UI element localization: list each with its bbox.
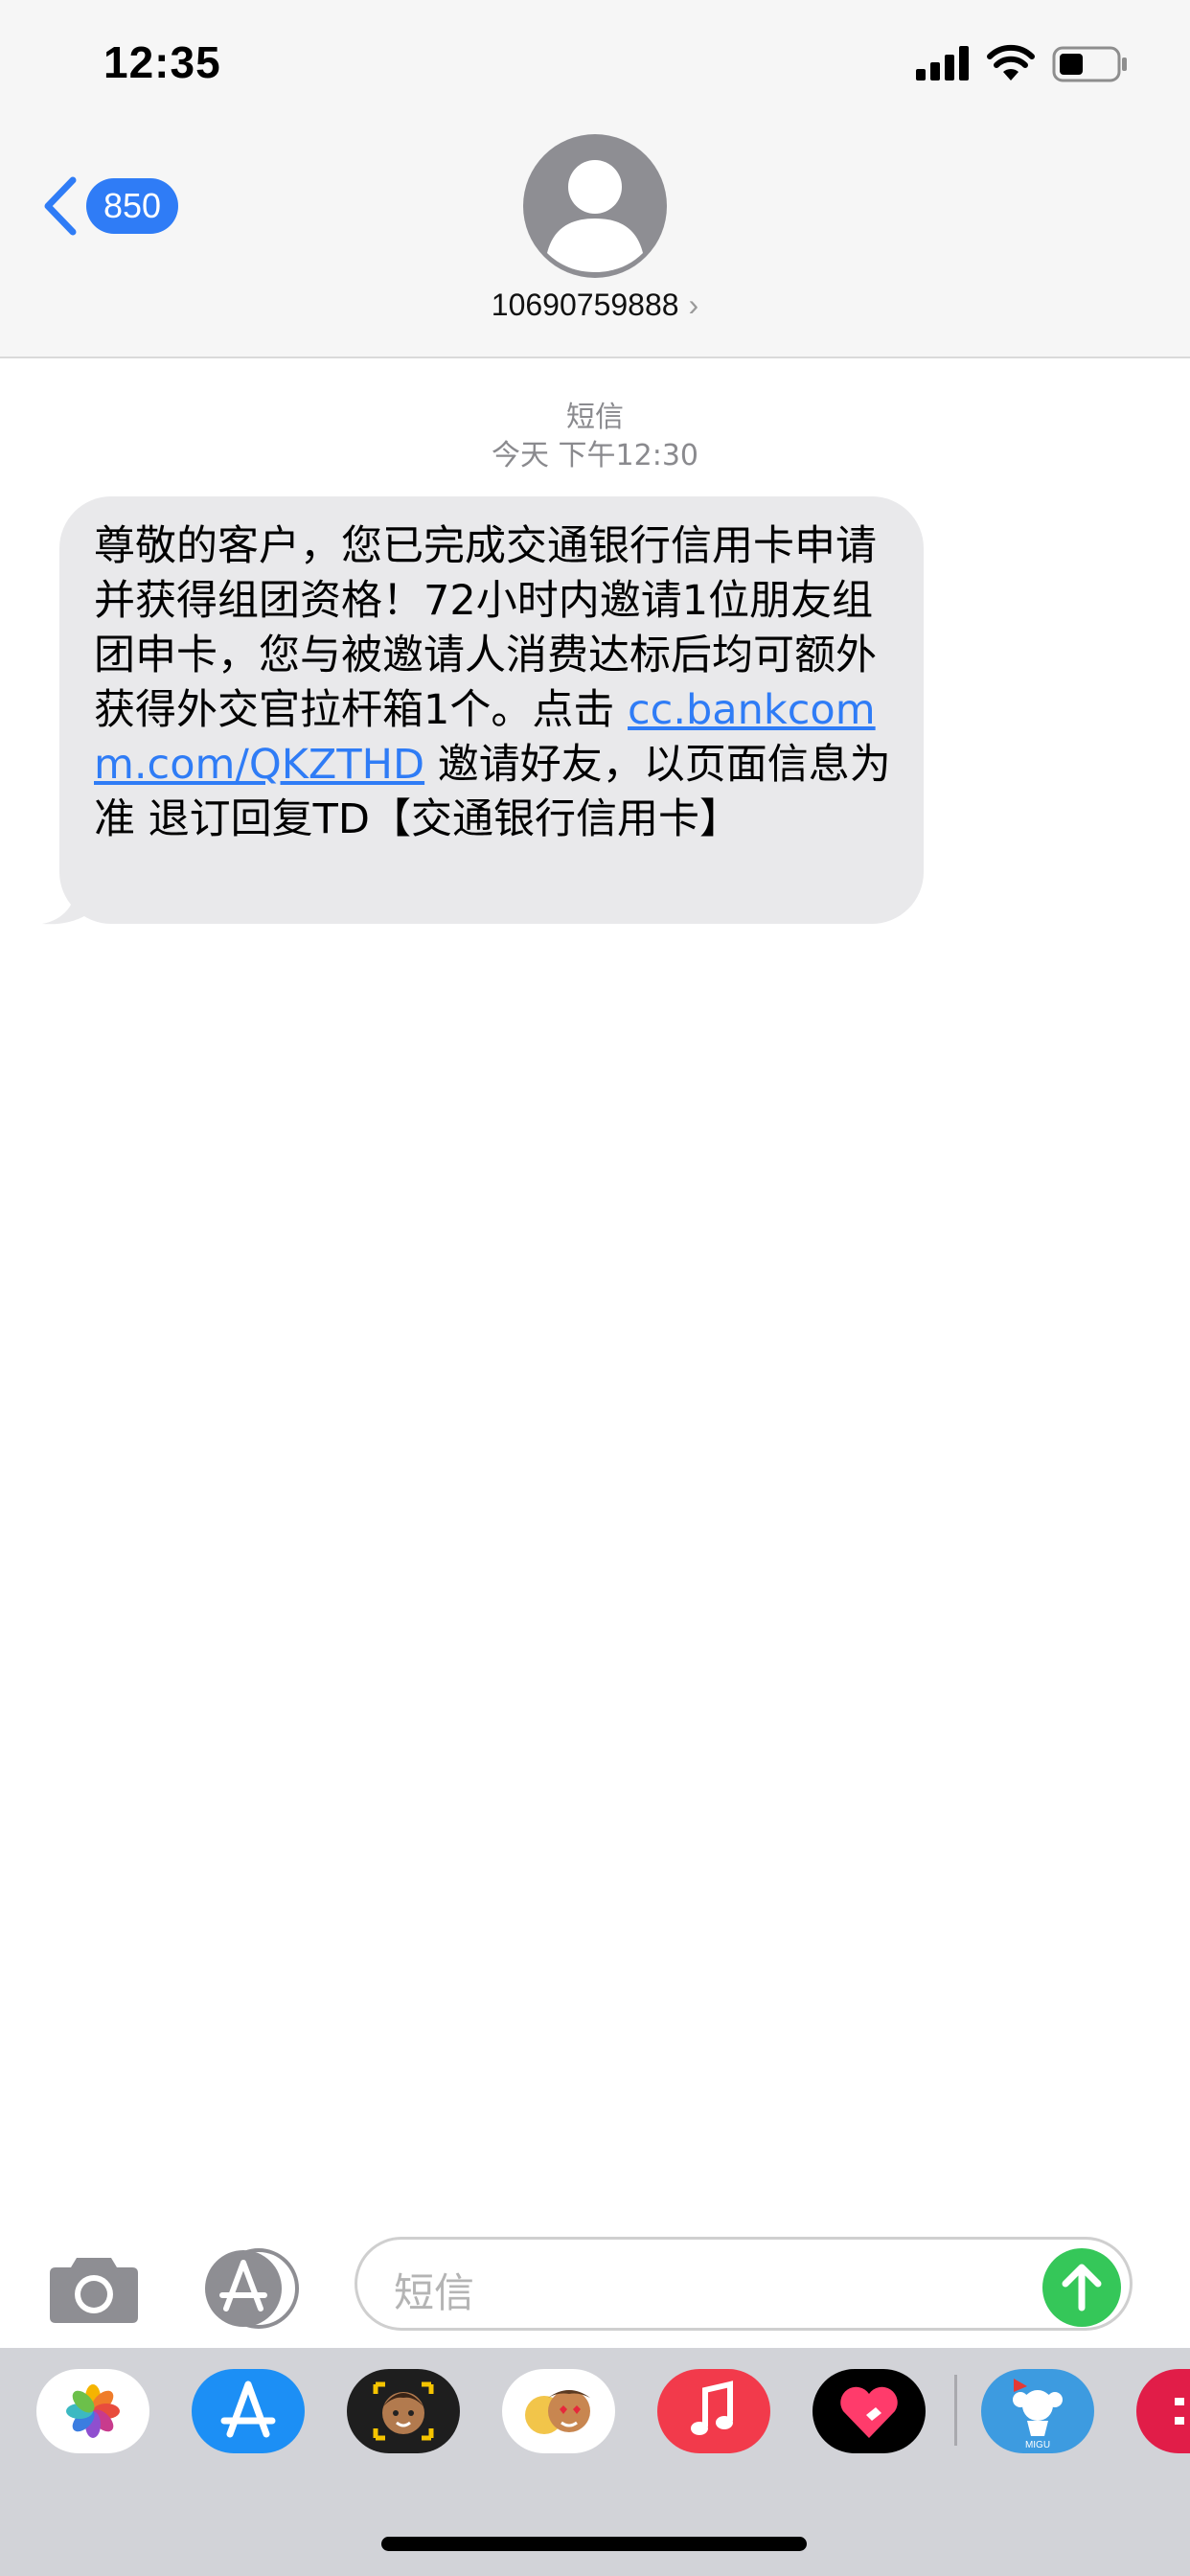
app-store-icon[interactable]: [192, 2369, 305, 2453]
send-button[interactable]: [1042, 2248, 1121, 2327]
message-input-placeholder: 短信: [394, 2269, 475, 2316]
chevron-right-icon: ›: [688, 288, 699, 322]
unread-count-badge: 850: [86, 178, 179, 234]
animoji-stickers-icon[interactable]: [502, 2369, 615, 2453]
tray-divider: [954, 2375, 957, 2446]
svg-text:MIGU: MIGU: [1025, 2440, 1050, 2450]
contact-avatar[interactable]: [523, 134, 667, 278]
battery-icon: [1052, 46, 1127, 82]
camera-icon[interactable]: [48, 2252, 140, 2325]
chevron-left-icon: [44, 176, 77, 236]
message-timestamp: 今天 下午12:30: [492, 439, 698, 472]
digital-touch-icon[interactable]: [812, 2369, 926, 2453]
wifi-icon: [987, 44, 1035, 80]
status-time: 12:35: [103, 37, 221, 87]
migu-icon[interactable]: MIGU: [981, 2369, 1094, 2453]
conversation-header: 12:35 850 10690759888 ›: [0, 0, 1190, 358]
cellular-signal-icon: [916, 46, 969, 80]
contact-name-row[interactable]: 10690759888 ›: [0, 288, 1190, 323]
back-button[interactable]: 850: [42, 172, 179, 240]
message-bubble[interactable]: 尊敬的客户，您已完成交通银行信用卡申请并获得组团资格！72小时内邀请1位朋友组团…: [59, 496, 924, 924]
memoji-icon[interactable]: [347, 2369, 460, 2453]
music-icon[interactable]: [657, 2369, 770, 2453]
photos-icon[interactable]: [36, 2369, 149, 2453]
message-text: 尊敬的客户，您已完成交通银行信用卡申请并获得组团资格！72小时内邀请1位朋友组团…: [94, 522, 891, 843]
message-input[interactable]: 短信: [355, 2237, 1133, 2331]
app-store-button-icon[interactable]: [199, 2247, 305, 2330]
home-indicator[interactable]: [381, 2537, 807, 2551]
person-icon: [547, 160, 643, 272]
contact-number: 10690759888: [491, 288, 679, 322]
message-type-label: 短信: [566, 401, 624, 434]
arrow-up-icon: [1062, 2264, 1102, 2312]
